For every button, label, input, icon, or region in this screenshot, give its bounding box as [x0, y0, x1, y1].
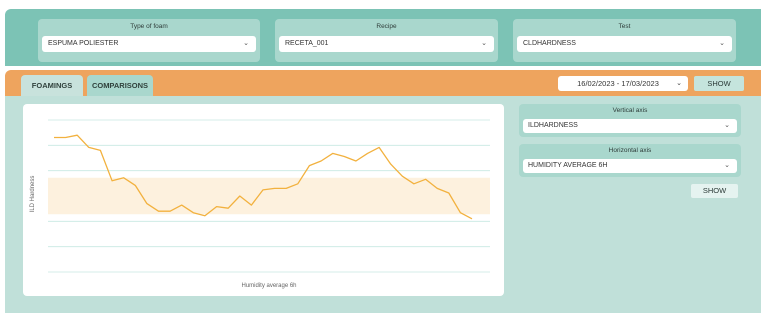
app-window: Type of foam ESPUMA POLIESTER ⌄ Recipe R… — [0, 0, 761, 313]
vertical-axis-label: Vertical axis — [612, 107, 648, 114]
recipe-filter: Recipe RECETA_001 ⌄ — [275, 19, 498, 62]
tab-foamings[interactable]: FOAMINGS — [21, 75, 83, 97]
horizontal-axis-select[interactable]: HUMIDITY AVERAGE 6H ⌄ — [523, 159, 737, 173]
horizontal-axis-value: HUMIDITY AVERAGE 6H — [528, 162, 608, 169]
date-range-value: 16/02/2023 - 17/03/2023 — [577, 79, 659, 88]
tolerance-band — [48, 177, 490, 215]
recipe-value: RECETA_001 — [285, 40, 329, 47]
tab-comparisons[interactable]: COMPARISONS — [87, 75, 153, 97]
test-filter: Test CLDHARDNESS ⌄ — [513, 19, 736, 62]
chevron-down-icon: ⌄ — [724, 122, 730, 129]
vertical-axis-panel: Vertical axis ILDHARDNESS ⌄ — [519, 104, 741, 137]
tab-bar: FOAMINGS COMPARISONS 16/02/2023 - 17/03/… — [5, 70, 761, 97]
y-axis-label: ILD Hardness — [30, 176, 36, 213]
date-range-select[interactable]: 16/02/2023 - 17/03/2023 ⌄ — [558, 76, 688, 91]
vertical-axis-select[interactable]: ILDHARDNESS ⌄ — [523, 119, 737, 133]
chevron-down-icon: ⌄ — [724, 162, 730, 169]
vertical-axis-value: ILDHARDNESS — [528, 122, 578, 129]
line-chart: ILD Hardness Humidity average 6h — [30, 119, 490, 289]
chevron-down-icon: ⌄ — [676, 80, 682, 87]
recipe-label: Recipe — [376, 23, 397, 30]
show-button[interactable]: SHOW — [694, 76, 744, 91]
foam-type-select[interactable]: ESPUMA POLIESTER ⌄ — [42, 36, 256, 52]
test-label: Test — [618, 23, 631, 30]
chevron-down-icon: ⌄ — [243, 40, 249, 47]
filter-bar: Type of foam ESPUMA POLIESTER ⌄ Recipe R… — [5, 9, 761, 66]
main-panel: ILD Hardness Humidity average 6h Vertica… — [5, 96, 761, 313]
test-value: CLDHARDNESS — [523, 40, 576, 47]
foam-type-label: Type of foam — [130, 23, 168, 30]
chevron-down-icon: ⌄ — [719, 40, 725, 47]
horizontal-axis-panel: Horizontal axis HUMIDITY AVERAGE 6H ⌄ — [519, 144, 741, 177]
foam-type-filter: Type of foam ESPUMA POLIESTER ⌄ — [38, 19, 260, 62]
x-axis-label: Humidity average 6h — [241, 283, 296, 289]
horizontal-axis-label: Horizontal axis — [608, 147, 652, 154]
axis-show-button[interactable]: SHOW — [691, 184, 738, 198]
chart-card: ILD Hardness Humidity average 6h — [23, 104, 504, 296]
recipe-select[interactable]: RECETA_001 ⌄ — [279, 36, 494, 52]
test-select[interactable]: CLDHARDNESS ⌄ — [517, 36, 732, 52]
foam-type-value: ESPUMA POLIESTER — [48, 40, 119, 47]
chevron-down-icon: ⌄ — [481, 40, 487, 47]
